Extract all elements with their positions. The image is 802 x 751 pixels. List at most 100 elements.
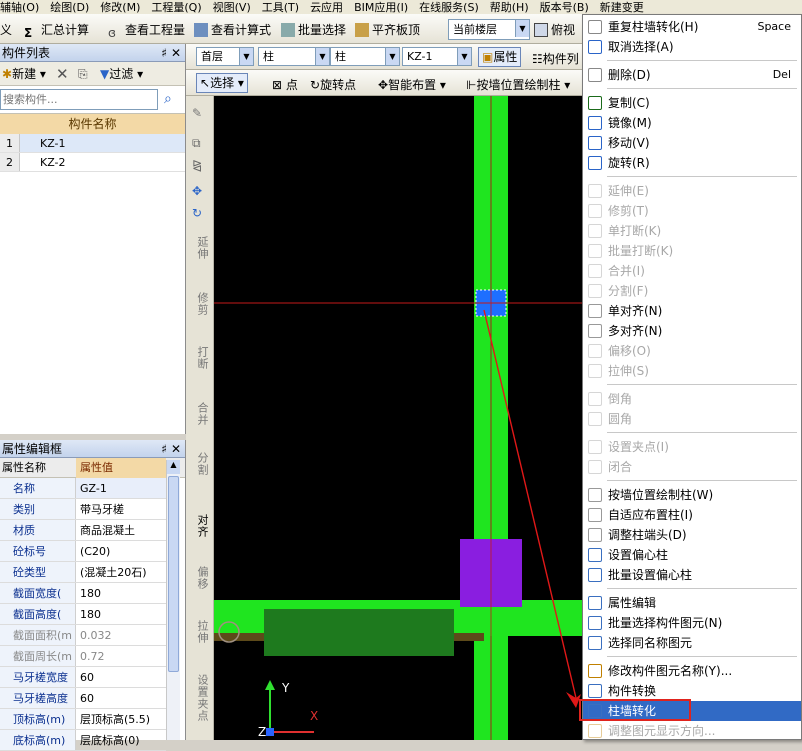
category-combo-1[interactable]: 柱 ▼	[258, 47, 330, 66]
batch-select-button[interactable]: 批量选择	[281, 20, 346, 40]
context-menu-item[interactable]: 删除(D) Del	[583, 65, 801, 85]
property-value[interactable]: 层底标高(0)	[80, 730, 140, 751]
select-button[interactable]: ↖选择 ▾	[196, 73, 248, 93]
property-row[interactable]: 名称 GZ-1	[0, 478, 166, 499]
context-menu-item[interactable]: 选择同名称图元	[583, 633, 801, 653]
property-scrollbar[interactable]: ▲	[166, 460, 180, 740]
scroll-thumb[interactable]	[168, 476, 179, 672]
property-row[interactable]: 类别 带马牙槎	[0, 499, 166, 520]
property-row[interactable]: 材质 商品混凝土	[0, 520, 166, 541]
vtool-6[interactable]: 偏移	[190, 566, 210, 590]
property-row[interactable]: 底标高(m) 层底标高(0)	[0, 730, 166, 751]
property-value[interactable]: 0.72	[80, 646, 105, 667]
property-row[interactable]: 截面面积(m 0.032	[0, 625, 166, 646]
context-menu-item[interactable]: 批量选择构件图元(N)	[583, 613, 801, 633]
context-menu-item[interactable]: 调整柱端头(D)	[583, 525, 801, 545]
menu-item-2[interactable]: 修改(M)	[100, 2, 140, 14]
view-formula-button[interactable]: 查看计算式	[194, 20, 271, 40]
property-value[interactable]: (C20)	[80, 541, 110, 562]
vtool-3[interactable]: 合并	[190, 402, 210, 426]
property-row[interactable]: 马牙槎高度 60	[0, 688, 166, 709]
search-icon[interactable]: ⌕	[164, 91, 172, 107]
copy-icon[interactable]: ⧉	[192, 136, 208, 152]
property-value[interactable]: 60	[80, 667, 94, 688]
menu-item-4[interactable]: 视图(V)	[213, 2, 251, 14]
point-button[interactable]: ⊠ 点	[272, 76, 298, 93]
move-icon[interactable]: ✥	[192, 184, 208, 200]
property-value[interactable]: 60	[80, 688, 94, 709]
attribute-button[interactable]: ▣属性	[478, 47, 522, 67]
wall-position-button[interactable]: ⊩按墙位置绘制柱 ▾	[466, 76, 570, 93]
property-row[interactable]: 砼类型 (混凝土20石)	[0, 562, 166, 583]
menu-item-1[interactable]: 绘图(D)	[50, 2, 89, 14]
menu-item-5[interactable]: 工具(T)	[262, 2, 299, 14]
vtool-0[interactable]: 延伸	[190, 236, 210, 260]
component-list-button[interactable]: ☷构件列	[532, 50, 579, 67]
context-menu-item[interactable]: 多对齐(N)	[583, 321, 801, 341]
vtool-7[interactable]: 拉伸	[190, 620, 210, 644]
property-value[interactable]: 180	[80, 604, 101, 625]
search-input[interactable]	[0, 89, 158, 110]
context-menu-item[interactable]: 批量设置偏心柱	[583, 565, 801, 585]
vtool-5[interactable]: 对齐	[190, 514, 210, 538]
property-value[interactable]: 商品混凝土	[80, 520, 135, 541]
property-value[interactable]: (混凝土20石)	[80, 562, 147, 583]
filter-button[interactable]: ▼过滤 ▾	[100, 62, 143, 86]
context-menu-item[interactable]: 自适应布置柱(I)	[583, 505, 801, 525]
table-row[interactable]: 1 KZ-1	[0, 134, 185, 153]
pin-icon[interactable]: ♯	[161, 440, 167, 458]
component-combo[interactable]: KZ-1 ▼	[402, 47, 472, 66]
context-menu-item[interactable]: 构件转换	[583, 681, 801, 701]
context-menu-item[interactable]: 设置偏心柱	[583, 545, 801, 565]
toolbar-item-0[interactable]: 义	[0, 20, 12, 40]
view-quantity-button[interactable]: ɞ 查看工程量	[108, 20, 185, 40]
menu-item-0[interactable]: 辅轴(O)	[0, 2, 39, 14]
top-view-button[interactable]: 俯视	[534, 20, 575, 40]
context-menu-item[interactable]: 按墙位置绘制柱(W)	[583, 485, 801, 505]
context-menu-item[interactable]: 属性编辑	[583, 593, 801, 613]
menu-item-8[interactable]: 在线服务(S)	[419, 2, 479, 14]
scroll-up-icon[interactable]: ▲	[167, 460, 180, 474]
property-value[interactable]: 带马牙槎	[80, 499, 124, 520]
close-icon[interactable]: ✕	[171, 440, 181, 458]
vtool-4[interactable]: 分割	[190, 452, 210, 476]
property-row[interactable]: 马牙槎宽度 60	[0, 667, 166, 688]
menu-item-10[interactable]: 版本号(B)	[540, 2, 589, 14]
context-menu-item[interactable]: 取消选择(A)	[583, 37, 801, 57]
context-menu-item[interactable]: 复制(C)	[583, 93, 801, 113]
floor-select[interactable]: 当前楼层 ▼	[448, 19, 530, 40]
new-button[interactable]: ✱新建 ▾	[2, 62, 46, 86]
table-row[interactable]: 2 KZ-2	[0, 153, 185, 172]
property-row[interactable]: 砼标号 (C20)	[0, 541, 166, 562]
sum-calc-button[interactable]: Σ 汇总计算	[24, 20, 89, 40]
rotate-icon[interactable]: ↻	[192, 206, 208, 222]
property-value[interactable]: 0.032	[80, 625, 112, 646]
context-menu-item[interactable]: 旋转(R)	[583, 153, 801, 173]
floor-combo[interactable]: 首层 ▼	[196, 47, 254, 66]
context-menu-item[interactable]: 重复柱墙转化(H) Space	[583, 17, 801, 37]
category-combo-2[interactable]: 柱 ▼	[330, 47, 400, 66]
property-value[interactable]: GZ-1	[80, 478, 107, 499]
menu-item-3[interactable]: 工程量(Q)	[151, 2, 201, 14]
property-value[interactable]: 180	[80, 583, 101, 604]
context-menu-item[interactable]: 移动(V)	[583, 133, 801, 153]
delete-icon[interactable]: ✕	[56, 62, 69, 86]
vtool-2[interactable]: 打断	[190, 346, 210, 370]
property-value[interactable]: 层顶标高(5.5)	[80, 709, 150, 730]
property-row[interactable]: 截面周长(m 0.72	[0, 646, 166, 667]
context-menu-item[interactable]: 单对齐(N)	[583, 301, 801, 321]
dark-green-element[interactable]	[264, 609, 454, 656]
pin-icon[interactable]: ♯	[161, 44, 167, 62]
copy-icon[interactable]: ⎘	[78, 62, 88, 86]
property-row[interactable]: 顶标高(m) 层顶标高(5.5)	[0, 709, 166, 730]
menu-item-9[interactable]: 帮助(H)	[490, 2, 529, 14]
property-row[interactable]: 截面高度(180	[0, 604, 166, 625]
vtool-8[interactable]: 设置夹点	[190, 674, 210, 722]
context-menu-item[interactable]: 修改构件图元名称(Y)...	[583, 661, 801, 681]
menu-item-11[interactable]: 新建变更	[600, 2, 644, 14]
property-row[interactable]: 截面宽度(180	[0, 583, 166, 604]
close-icon[interactable]: ✕	[171, 44, 181, 62]
smart-layout-button[interactable]: ✥智能布置 ▾	[378, 76, 446, 93]
mirror-icon[interactable]: ⧎	[192, 158, 208, 174]
vtool-1[interactable]: 修剪	[190, 292, 210, 316]
